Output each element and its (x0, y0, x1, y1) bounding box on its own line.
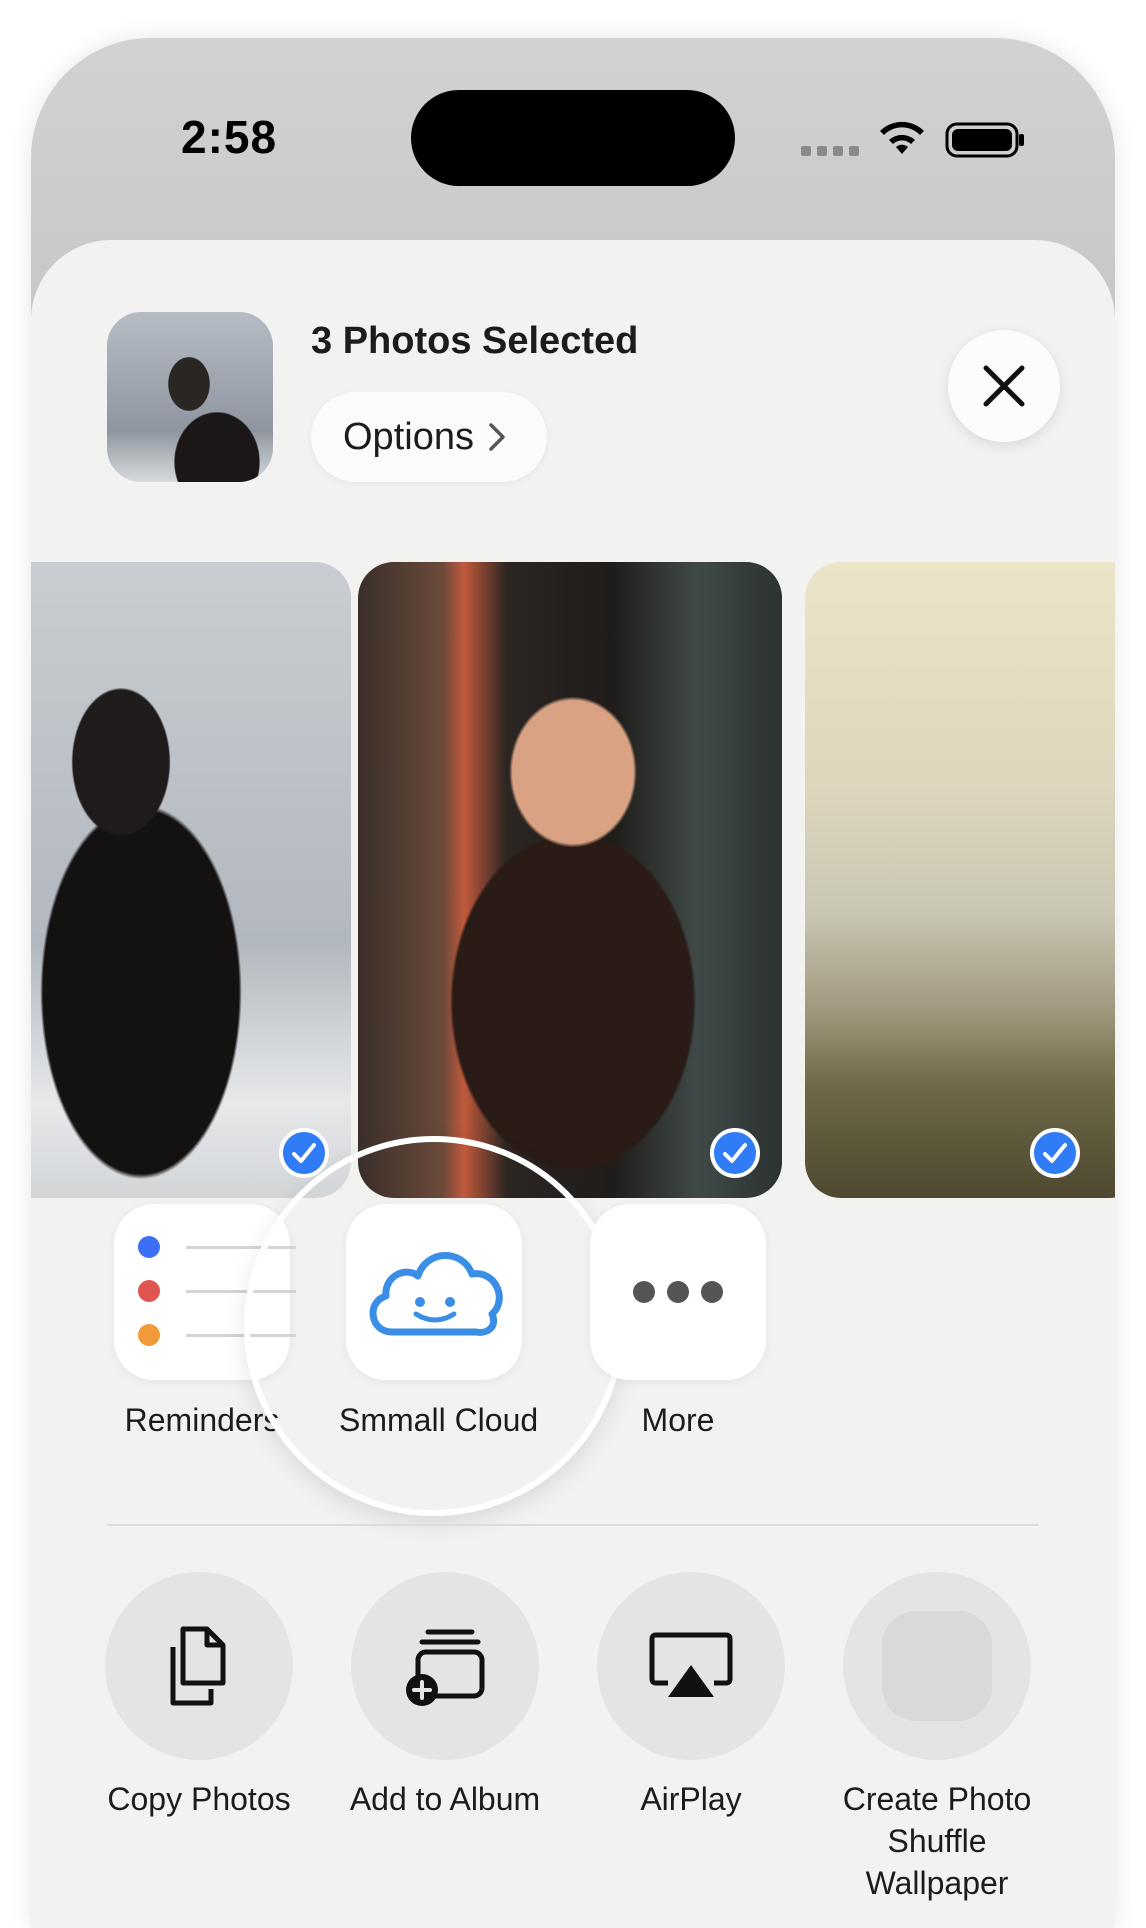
app-smmall-cloud[interactable]: Smmall Cloud (339, 1204, 539, 1439)
smiling-cloud-icon (346, 1204, 522, 1380)
section-divider (107, 1524, 1039, 1526)
chevron-right-icon (489, 423, 505, 451)
airplay-icon (597, 1572, 785, 1760)
phone-frame: 2:58 3 Photos Selected Options Reminders… (31, 38, 1115, 1928)
status-time: 2:58 (181, 111, 278, 163)
photo-sea-shore[interactable] (805, 562, 1115, 1198)
checkmark-icon (710, 1128, 760, 1178)
checkmark-icon (279, 1128, 329, 1178)
action-create-photo-shuffle-wallpaper[interactable]: Create Photo Shuffle Wallpaper (807, 1572, 1067, 1904)
action-label-add-to-album: Add to Album (349, 1781, 541, 1817)
copy-icon (105, 1572, 293, 1760)
close-icon (983, 365, 1025, 407)
photo-woman-hair-gray[interactable] (31, 562, 351, 1198)
options-button[interactable]: Options (311, 392, 547, 482)
dynamic-island (411, 90, 735, 186)
battery-icon (945, 122, 1024, 158)
action-label-copy-photos: Copy Photos (107, 1781, 291, 1817)
wallpaper-icon (843, 1572, 1031, 1760)
sheet-title: 3 Photos Selected (311, 320, 639, 362)
share-sheet: 3 Photos Selected Options Reminders Smma… (31, 240, 1115, 1928)
close-button[interactable] (948, 330, 1060, 442)
cellular-signal-icon (801, 146, 859, 156)
more-dots-icon (590, 1204, 766, 1380)
action-copy-photos[interactable]: Copy Photos (69, 1572, 329, 1820)
selection-thumbnail (107, 312, 273, 482)
app-label-smmall-cloud: Smmall Cloud (339, 1402, 539, 1438)
wallpaper-placeholder (882, 1611, 992, 1721)
app-more[interactable]: More (583, 1204, 773, 1439)
photo-woman-drinking[interactable] (358, 562, 782, 1198)
options-label: Options (343, 415, 474, 458)
action-label-create-photo-shuffle-wallpaper: Create Photo Shuffle Wallpaper (842, 1781, 1032, 1901)
add-to-album-icon (351, 1572, 539, 1760)
action-label-airplay: AirPlay (640, 1781, 742, 1817)
action-airplay[interactable]: AirPlay (561, 1572, 821, 1820)
action-add-to-album[interactable]: Add to Album (315, 1572, 575, 1820)
wifi-icon (880, 121, 924, 154)
checkmark-icon (1030, 1128, 1080, 1178)
app-label-more: More (641, 1402, 715, 1438)
